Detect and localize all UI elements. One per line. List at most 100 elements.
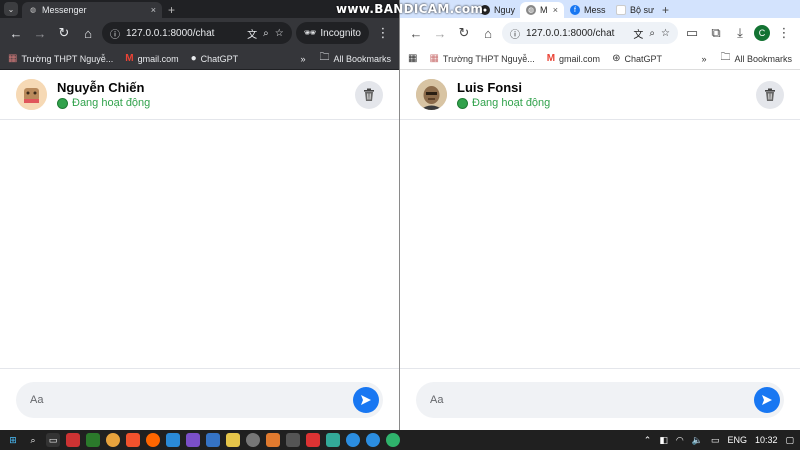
taskbar-app-icon[interactable] (286, 433, 300, 447)
chrome-icon: ◍ (526, 5, 536, 15)
download-icon[interactable]: ⤓ (730, 23, 750, 43)
taskbar-app-icon[interactable] (86, 433, 100, 447)
extensions-icon[interactable]: ⧉ (706, 23, 726, 43)
taskbar-app-icon[interactable] (366, 433, 380, 447)
more-bookmarks-button[interactable]: » (300, 54, 305, 64)
avatar[interactable] (16, 79, 47, 110)
online-status: Đang hoạt động (57, 97, 150, 109)
notification-icon[interactable]: ▢ (785, 435, 794, 446)
wifi-icon[interactable]: ◠ (676, 435, 684, 446)
tab-search-button[interactable]: ⌄ (4, 2, 18, 16)
site-info-icon[interactable]: ⓘ (110, 26, 120, 41)
search-icon[interactable]: ⌕ (26, 433, 40, 447)
tab-title: Messenger (42, 5, 87, 15)
incognito-icon: 🕶 (303, 27, 317, 39)
message-input[interactable] (30, 393, 353, 406)
all-bookmarks-label: All Bookmarks (734, 53, 792, 64)
message-input[interactable] (430, 393, 754, 406)
gmail-icon: M (125, 53, 134, 64)
address-bar[interactable]: ⓘ 127.0.0.1:8000/chat 文 ⌕ ☆ (102, 22, 292, 44)
bookmark-gmail[interactable]: M gmail.com (547, 53, 600, 64)
taskbar-app-icon[interactable] (266, 433, 280, 447)
volume-icon[interactable]: 🔈 (692, 435, 703, 446)
bookmark-school[interactable]: ▦ Trường THPT Nguyễ... (8, 53, 113, 64)
user-info: Luis Fonsi Đang hoạt động (457, 80, 550, 109)
close-tab-icon[interactable]: × (553, 5, 558, 15)
close-tab-icon[interactable]: × (151, 5, 156, 15)
avatar[interactable] (416, 79, 447, 110)
tab-page[interactable]: Bộ sư (610, 2, 656, 18)
message-list[interactable] (0, 120, 399, 367)
status-text: Đang hoạt động (472, 97, 551, 109)
github-desktop-taskbar-icon[interactable] (246, 433, 260, 447)
toolbar: ← → ↻ ⌂ ⓘ 127.0.0.1:8000/chat 文 ⌕ ☆ ▭ ⧉ … (400, 18, 800, 48)
vscode-taskbar-icon[interactable] (166, 433, 180, 447)
tab-title: Mess (584, 5, 606, 15)
bookmark-label: Trường THPT Nguyễ... (442, 53, 535, 64)
task-view-icon[interactable]: ▭ (46, 433, 60, 447)
bookmark-gmail[interactable]: M gmail.com (125, 53, 178, 64)
zoom-icon[interactable]: ⌕ (649, 28, 655, 39)
delete-chat-button[interactable] (756, 80, 784, 109)
chevron-up-icon[interactable]: ⌃ (644, 435, 652, 446)
forward-icon[interactable]: → (430, 23, 450, 43)
brave-taskbar-icon[interactable] (126, 433, 140, 447)
windows-taskbar: ⊞ ⌕ ▭ ⌃ ◧ ◠ 🔈 ▭ ENG 10:32 ▢ (0, 430, 800, 450)
tray-app-icon[interactable]: ◧ (659, 435, 668, 446)
screen: www.BANDICAM.com ⌄ ◍ Messenger × + ← → ↻… (0, 0, 800, 450)
visual-studio-taskbar-icon[interactable] (186, 433, 200, 447)
apps-grid-icon[interactable]: ▦ (408, 53, 417, 64)
bookmark-star-icon[interactable]: ☆ (275, 28, 284, 39)
send-button[interactable] (353, 386, 379, 413)
back-icon[interactable]: ← (6, 23, 26, 43)
translate-icon[interactable]: 文 (247, 26, 257, 41)
profile-avatar[interactable]: C (754, 25, 770, 41)
taskbar-app-icon[interactable] (206, 433, 220, 447)
home-icon[interactable]: ⌂ (478, 23, 498, 43)
all-bookmarks-button[interactable]: 🗀 All Bookmarks (319, 50, 391, 67)
taskbar-app-icon[interactable] (306, 433, 320, 447)
incognito-indicator[interactable]: 🕶 Incognito (295, 22, 369, 44)
taskbar-app-icon[interactable] (346, 433, 360, 447)
reload-icon[interactable]: ↻ (54, 23, 74, 43)
tab-messenger[interactable]: ◍ Messenger × (22, 2, 162, 18)
home-icon[interactable]: ⌂ (78, 23, 98, 43)
tab-facebook[interactable]: f Mess (564, 2, 610, 18)
address-bar[interactable]: ⓘ 127.0.0.1:8000/chat 文 ⌕ ☆ (502, 22, 678, 44)
site-info-icon[interactable]: ⓘ (510, 26, 520, 41)
translate-icon[interactable]: 文 (633, 26, 643, 41)
tab-chat-active[interactable]: ◍ M × (520, 2, 564, 18)
online-dot-icon (57, 97, 68, 109)
battery-icon[interactable]: ▭ (711, 435, 720, 446)
message-list[interactable] (400, 120, 800, 367)
language-indicator[interactable]: ENG (727, 435, 747, 445)
new-tab-button[interactable]: + (162, 2, 181, 18)
more-bookmarks-button[interactable]: » (701, 54, 706, 64)
clock[interactable]: 10:32 (755, 435, 778, 445)
bookmark-school[interactable]: ▦ Trường THPT Nguyễ... (429, 53, 534, 64)
back-icon[interactable]: ← (406, 23, 426, 43)
reload-icon[interactable]: ↻ (454, 23, 474, 43)
taskbar-app-icon[interactable] (386, 433, 400, 447)
chrome-taskbar-icon[interactable] (106, 433, 120, 447)
forward-icon[interactable]: → (30, 23, 50, 43)
taskbar-app-icon[interactable] (326, 433, 340, 447)
chatgpt-icon: ⊛ (612, 53, 621, 64)
bookmark-chatgpt[interactable]: ● ChatGPT (191, 53, 239, 64)
tab-groups-icon[interactable]: ▭ (682, 23, 702, 43)
school-icon: ▦ (429, 53, 439, 64)
bookmark-star-icon[interactable]: ☆ (661, 28, 670, 39)
menu-kebab-icon[interactable]: ⋮ (774, 23, 794, 43)
taskbar-app-icon[interactable] (146, 433, 160, 447)
all-bookmarks-button[interactable]: 🗀 All Bookmarks (720, 50, 792, 67)
bookmark-label: gmail.com (137, 53, 179, 64)
new-tab-button[interactable]: + (656, 2, 675, 18)
taskbar-app-icon[interactable] (66, 433, 80, 447)
windows-start-icon[interactable]: ⊞ (6, 433, 20, 447)
delete-chat-button[interactable] (355, 80, 383, 109)
zoom-icon[interactable]: ⌕ (263, 28, 269, 39)
menu-kebab-icon[interactable]: ⋮ (373, 23, 393, 43)
send-button[interactable] (754, 386, 780, 413)
bookmark-chatgpt[interactable]: ⊛ ChatGPT (612, 53, 662, 64)
taskbar-app-icon[interactable] (226, 433, 240, 447)
